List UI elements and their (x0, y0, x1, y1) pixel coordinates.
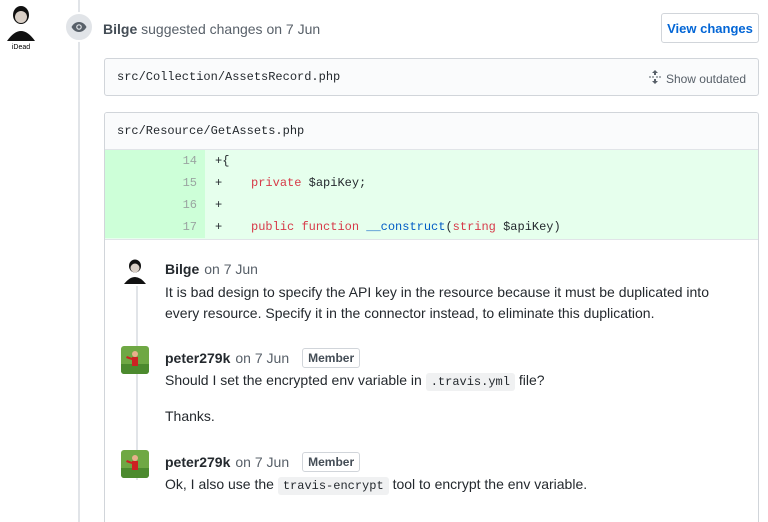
comment-meta: peter279k on 7 Jun Member (165, 348, 361, 368)
diff-table: 14 +{ 15 + private $apiKey; 16 + 17 + pu… (105, 150, 758, 238)
comment-body: It is bad design to specify the API key … (165, 284, 709, 321)
comment-text: Ok, I also use the (165, 476, 274, 492)
line-number[interactable]: 15 (105, 172, 205, 194)
line-code-private: + private $apiKey; (215, 176, 367, 190)
line-code-constructor: + public function __construct(string $ap… (215, 220, 561, 234)
comment-text: Should I set the encrypted env variable … (165, 372, 422, 388)
timeline-line (78, 0, 80, 522)
diff-line: 17 + public function __construct(string … (105, 216, 758, 238)
diff-line: 16 + (105, 194, 758, 216)
view-changes-button[interactable]: View changes (661, 13, 759, 43)
comment-author[interactable]: Bilge (165, 260, 199, 278)
file-header: src/Resource/GetAssets.php (105, 113, 758, 150)
line-code: +{ (215, 154, 230, 168)
comment-meta: peter279k on 7 Jun Member (165, 452, 361, 472)
line-number[interactable]: 17 (105, 216, 205, 238)
comment-author[interactable]: peter279k (165, 349, 230, 367)
comment-date[interactable]: on 7 Jun (204, 260, 258, 278)
file-path: src/Resource/GetAssets.php (117, 124, 305, 138)
diff-line: 14 +{ (105, 150, 758, 172)
comment-meta: Bilge on 7 Jun (165, 260, 258, 278)
avatar[interactable] (121, 346, 149, 374)
inline-code: travis-encrypt (277, 477, 389, 495)
review-action: suggested changes on 7 Jun (141, 21, 321, 37)
show-outdated-button[interactable]: Show outdated (648, 70, 746, 87)
comment-body: Ok, I also use the travis-encrypt tool t… (165, 474, 725, 497)
outdated-file-path: src/Collection/AssetsRecord.php (117, 70, 341, 84)
avatar-caption: iDead (12, 44, 30, 51)
review-author[interactable]: Bilge (103, 21, 137, 37)
comment-body-extra: Thanks. (165, 408, 215, 424)
diff-line: 15 + private $apiKey; (105, 172, 758, 194)
comment-thread: Bilge on 7 Jun It is bad design to speci… (105, 240, 758, 520)
comment-text: tool to encrypt the env variable. (392, 476, 588, 492)
member-badge: Member (302, 348, 361, 368)
avatar[interactable]: iDead (3, 3, 39, 51)
comment-author[interactable]: peter279k (165, 453, 230, 471)
comment-date[interactable]: on 7 Jun (235, 349, 289, 367)
line-code: + (215, 198, 223, 212)
comment-text: file? (518, 372, 545, 388)
line-number[interactable]: 14 (105, 150, 205, 172)
avatar[interactable] (121, 450, 149, 478)
eye-icon (64, 12, 94, 42)
review-file: src/Resource/GetAssets.php 14 +{ 15 + pr… (104, 112, 759, 522)
line-number[interactable]: 16 (105, 194, 205, 216)
review-header: Bilge suggested changes on 7 Jun (103, 20, 320, 38)
comment-body: Should I set the encrypted env variable … (165, 370, 725, 393)
comment-date[interactable]: on 7 Jun (235, 453, 289, 471)
outdated-file-header: src/Collection/AssetsRecord.php Show out… (104, 58, 759, 96)
member-badge: Member (302, 452, 361, 472)
inline-code: .travis.yml (425, 373, 515, 391)
avatar[interactable] (121, 258, 149, 286)
unfold-icon (648, 70, 662, 87)
show-outdated-label: Show outdated (665, 71, 746, 86)
thread-line (136, 270, 138, 480)
